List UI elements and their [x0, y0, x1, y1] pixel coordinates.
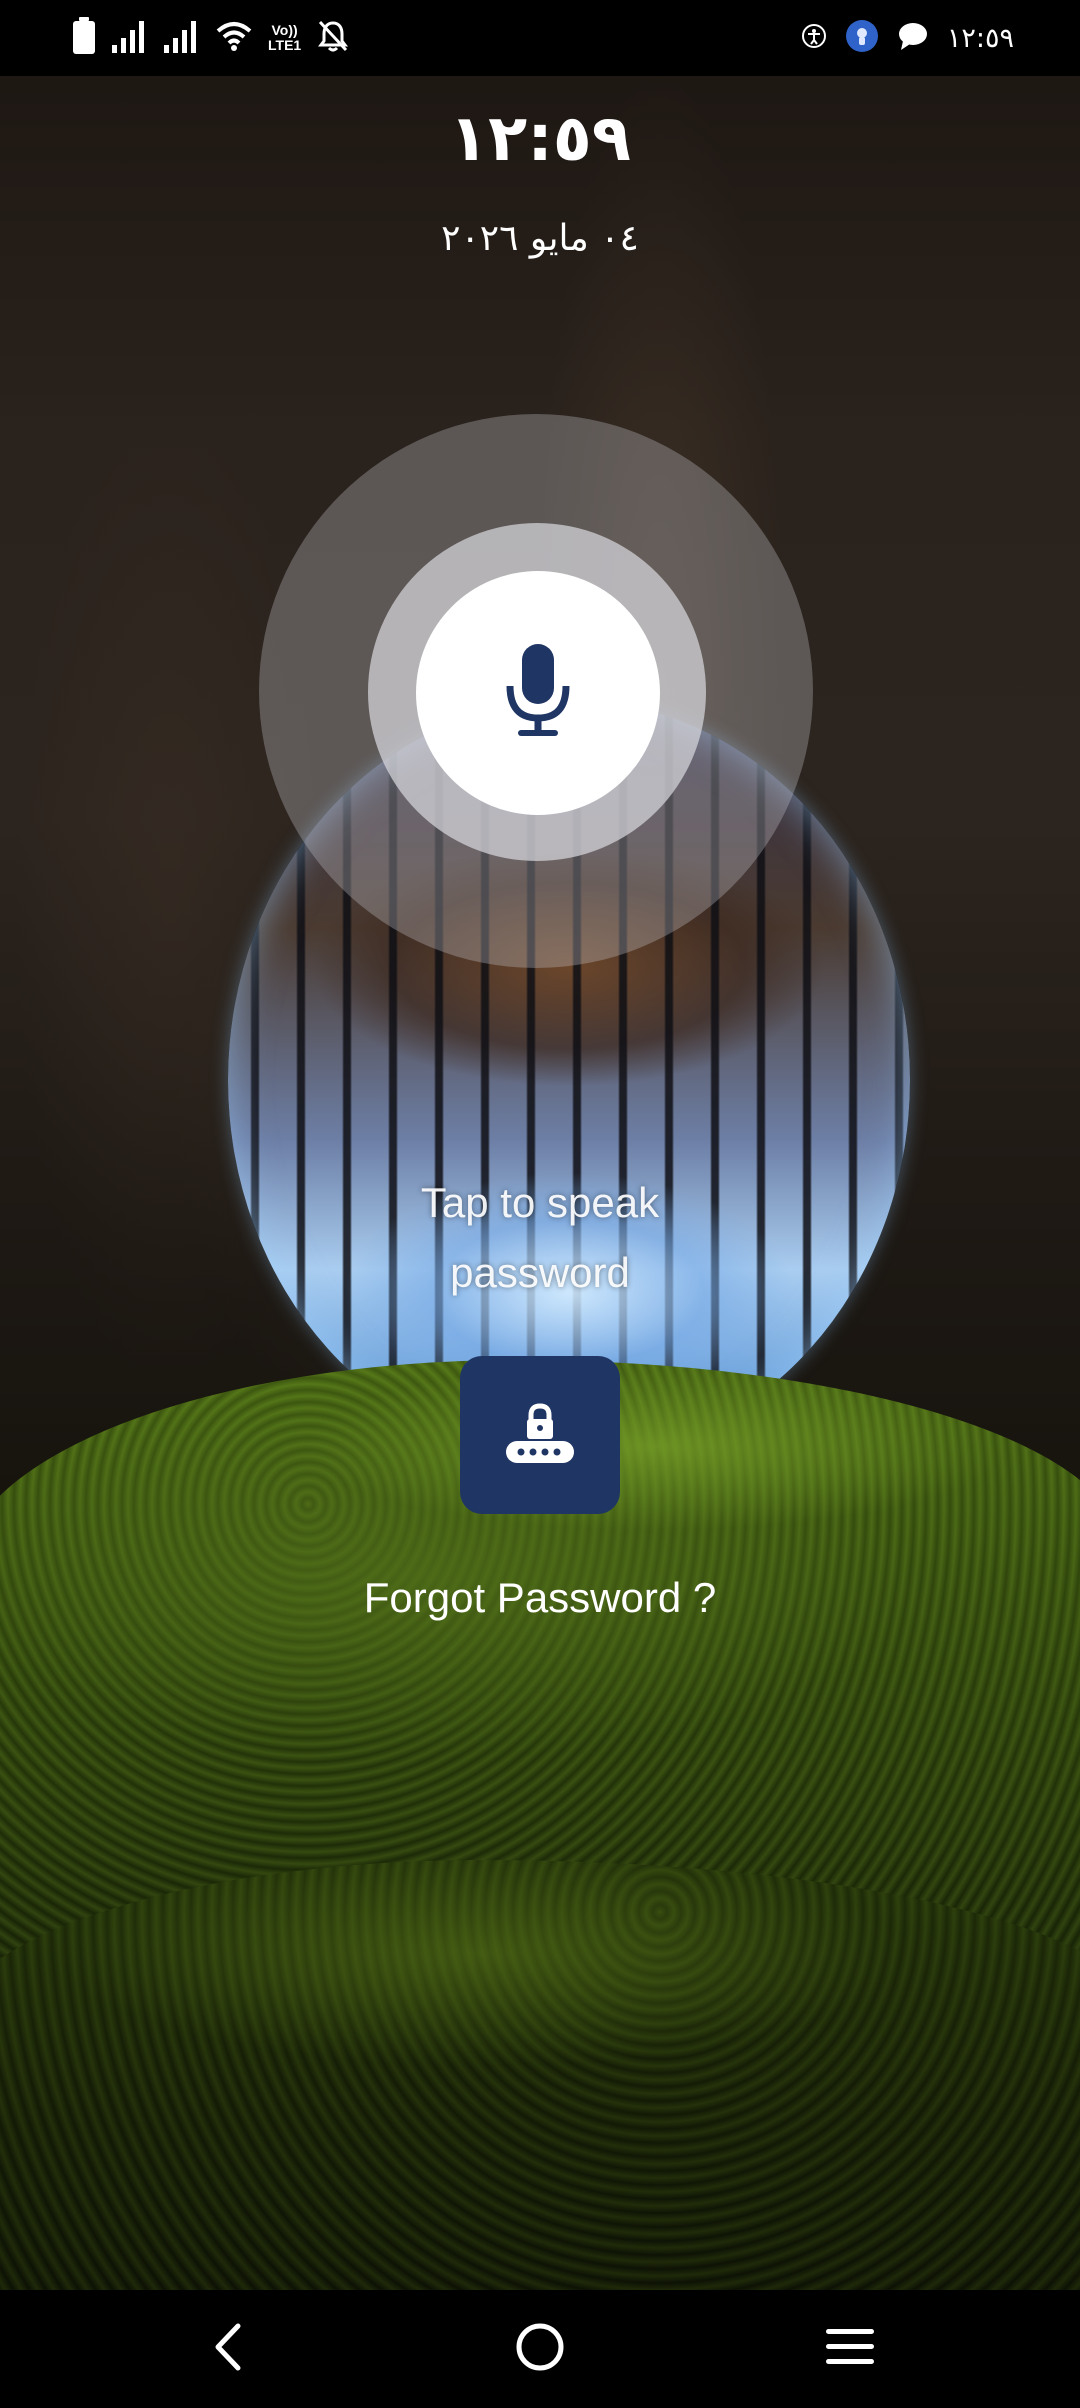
lock-clock-time: ١٢:٥٩: [449, 102, 631, 176]
navigation-bar: [0, 2290, 1080, 2408]
signal-icon: [112, 19, 148, 57]
back-icon: [208, 2322, 248, 2376]
volte-label-bottom: LTE1: [268, 37, 302, 53]
voice-unlock-button[interactable]: [416, 571, 660, 815]
forgot-password-link[interactable]: Forgot Password ?: [290, 1574, 790, 1622]
signal-icon: [164, 19, 200, 57]
status-bar-left: Vo)) LTE1: [72, 17, 349, 59]
status-bar: Vo)) LTE1 ١٢:٥٩: [0, 0, 1080, 76]
chat-icon: [897, 21, 929, 55]
tap-to-speak-prompt: Tap to speak password: [420, 1179, 660, 1296]
volte-label-top: Vo)): [271, 22, 298, 38]
lock-clock-date: ٠٤ مايو ٢٠٢٦: [441, 218, 639, 259]
bell-off-icon: [317, 19, 349, 57]
lock-screen: Vo)) LTE1 ١٢:٥٩ ١٢:٥٩ ٠٤ مايو ٢٠٢٦ Tap t…: [0, 0, 1080, 2408]
password-keypad-button[interactable]: [460, 1356, 620, 1514]
nav-recents-button[interactable]: [810, 2314, 890, 2384]
status-bar-time: ١٢:٥٩: [946, 22, 1014, 54]
app-notification-icon: [845, 19, 879, 57]
battery-icon: [72, 17, 96, 59]
nav-home-button[interactable]: [500, 2314, 580, 2384]
lock-keypad-icon: [505, 1402, 575, 1468]
menu-icon: [824, 2326, 876, 2372]
wifi-icon: [216, 21, 252, 55]
home-icon: [514, 2321, 566, 2377]
status-bar-right: ١٢:٥٩: [801, 18, 1014, 58]
accessibility-icon: [801, 23, 827, 53]
volte-icon: Vo)) LTE1: [268, 23, 301, 53]
microphone-icon: [506, 642, 570, 745]
nav-back-button[interactable]: [188, 2314, 268, 2384]
